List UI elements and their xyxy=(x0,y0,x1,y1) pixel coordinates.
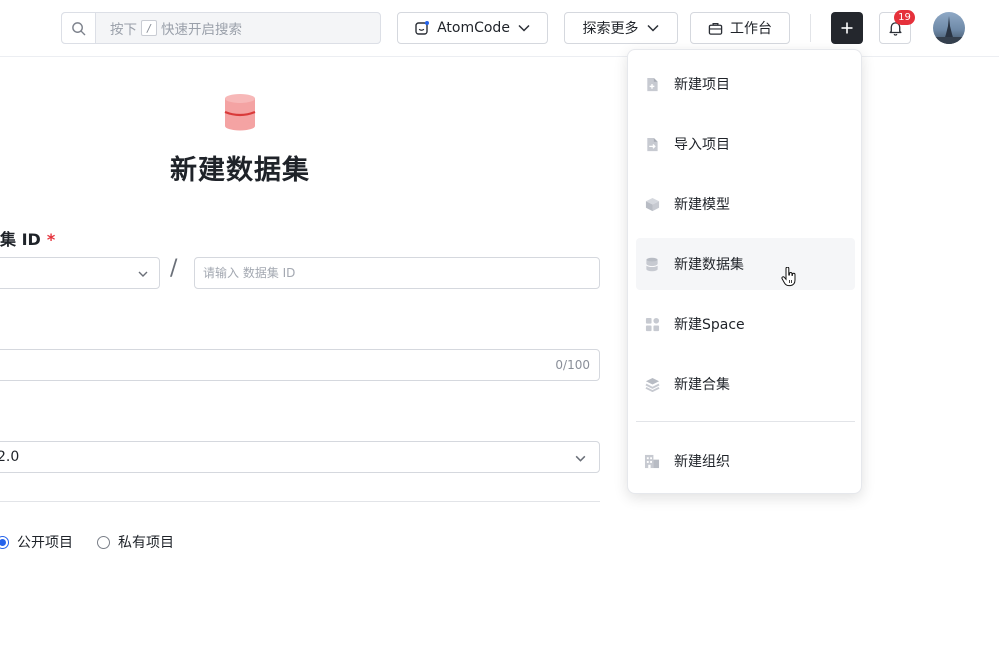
search-suffix: 快速开启搜索 xyxy=(161,22,242,38)
menu-item-import-project[interactable]: 导入项目 xyxy=(636,118,855,170)
database-icon xyxy=(645,257,659,271)
briefcase-icon xyxy=(708,22,723,35)
dataset-id-input[interactable]: 请输入 数据集 ID xyxy=(194,257,600,289)
required-mark: * xyxy=(46,230,56,249)
menu-item-new-collection[interactable]: 新建合集 xyxy=(636,358,855,410)
layers-icon xyxy=(645,377,659,392)
menu-item-label: 新建模型 xyxy=(674,197,730,213)
menu-item-label: 新建数据集 xyxy=(674,257,744,273)
menu-item-new-space[interactable]: 新建Space xyxy=(636,298,855,350)
char-counter: 0/100 xyxy=(555,358,590,372)
avatar-image xyxy=(933,16,965,44)
dataset-id-label-text: 集 ID xyxy=(0,230,41,249)
atomcode-icon xyxy=(415,21,430,35)
menu-item-label: 新建合集 xyxy=(674,377,730,393)
hand-pointer-icon xyxy=(781,267,796,287)
radio-private-project[interactable]: 私有项目 xyxy=(97,532,174,552)
radio-private-label: 私有项目 xyxy=(118,535,174,551)
import-project-icon xyxy=(647,137,658,151)
header-divider xyxy=(810,14,811,42)
menu-item-label: 新建Space xyxy=(674,317,745,333)
menu-item-label: 新建组织 xyxy=(674,454,730,470)
user-avatar[interactable] xyxy=(933,12,965,44)
menu-item-label: 导入项目 xyxy=(674,137,730,153)
search-prefix: 按下 xyxy=(110,22,137,38)
dataset-id-label: 集 ID * xyxy=(0,226,55,250)
explore-more-label: 探索更多 xyxy=(582,21,639,37)
workbench-button[interactable]: 工作台 xyxy=(690,12,790,44)
page-title: 新建数据集 xyxy=(170,155,310,186)
menu-divider xyxy=(636,421,855,422)
chevron-down-icon xyxy=(138,271,148,277)
license-value: 2.0 xyxy=(0,449,20,465)
model-cube-icon xyxy=(645,197,659,211)
radio-public-label: 公开项目 xyxy=(17,535,73,551)
menu-item-new-organization[interactable]: 新建组织 xyxy=(636,435,855,487)
dataset-name-input[interactable]: 0/100 xyxy=(0,349,600,381)
license-select[interactable]: 2.0 xyxy=(0,441,600,473)
path-separator: / xyxy=(170,256,178,281)
form-divider xyxy=(0,501,600,502)
dataset-icon xyxy=(224,94,256,131)
notification-badge: 19 xyxy=(894,10,915,25)
atomcode-button[interactable]: AtomCode xyxy=(397,12,548,44)
explore-more-button[interactable]: 探索更多 xyxy=(564,12,678,44)
workbench-label: 工作台 xyxy=(730,21,772,37)
radio-public-dot[interactable] xyxy=(0,535,9,549)
create-new-button[interactable] xyxy=(831,12,863,44)
chevron-down-icon xyxy=(646,24,659,32)
radio-private-dot[interactable] xyxy=(97,535,110,549)
new-project-icon xyxy=(647,77,658,91)
search-icon-cell[interactable] xyxy=(62,13,96,43)
menu-item-new-dataset[interactable]: 新建数据集 xyxy=(636,238,855,290)
create-menu: 新建项目 导入项目 新建模型 新建数据集 新建Space 新建合集 新建组织 xyxy=(627,49,862,494)
menu-item-label: 新建项目 xyxy=(674,77,730,93)
search-icon xyxy=(72,21,86,35)
search-box[interactable]: 按下 / 快速开启搜索 xyxy=(61,12,381,44)
menu-item-new-model[interactable]: 新建模型 xyxy=(636,178,855,230)
atomcode-label: AtomCode xyxy=(437,20,510,36)
menu-item-new-project[interactable]: 新建项目 xyxy=(636,58,855,110)
plus-icon xyxy=(841,22,853,34)
building-icon xyxy=(644,454,660,468)
radio-public-project[interactable]: 公开项目 xyxy=(0,532,73,552)
search-placeholder: 按下 / 快速开启搜索 xyxy=(96,18,242,38)
space-grid-icon xyxy=(645,317,659,331)
chevron-down-icon xyxy=(575,455,586,462)
shortcut-key: / xyxy=(141,20,157,36)
chevron-down-icon xyxy=(518,24,530,32)
owner-select[interactable] xyxy=(0,257,160,289)
